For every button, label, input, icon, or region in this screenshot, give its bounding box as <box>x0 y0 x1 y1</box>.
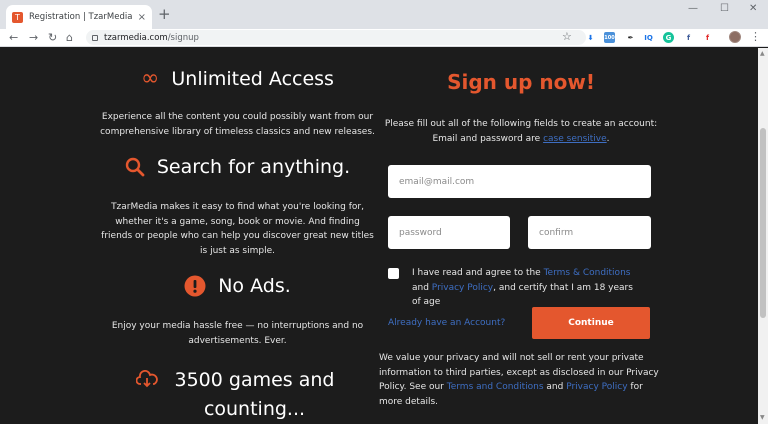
search-icon <box>125 157 145 177</box>
forward-icon[interactable]: → <box>29 30 38 45</box>
pen-icon[interactable]: ✒ <box>625 32 636 43</box>
browser-tab[interactable]: T Registration | TzarMedia × <box>6 5 152 29</box>
agree-and: and <box>412 282 432 293</box>
home-icon[interactable]: ⌂ <box>66 30 73 45</box>
already-have-account-link[interactable]: Already have an Account? <box>388 318 505 328</box>
iq-icon[interactable]: IQ <box>643 32 654 43</box>
browser-toolbar: ← → ↻ ⌂ tzarmedia.com/signup ☆ ⬇ 100 ✒ I… <box>0 29 768 47</box>
feature-text: Experience all the content you could pos… <box>100 112 375 137</box>
reload-icon[interactable]: ↻ <box>48 30 57 45</box>
maximize-icon[interactable]: ☐ <box>720 3 729 14</box>
address-bar[interactable]: tzarmedia.com/signup <box>86 30 586 45</box>
confirm-password-field[interactable] <box>528 216 651 249</box>
case-sensitive-link[interactable]: case sensitive <box>543 134 607 144</box>
tab-title: Registration | TzarMedia <box>29 12 133 22</box>
profile-avatar[interactable] <box>729 31 741 43</box>
agree-prefix: I have read and agree to the <box>412 268 544 278</box>
intro-text: Email and password are <box>432 134 544 144</box>
minimize-icon[interactable]: — <box>688 3 698 14</box>
flipboard-icon[interactable]: f <box>702 32 713 43</box>
lock-icon <box>92 34 98 41</box>
scroll-down-icon[interactable]: ▼ <box>760 414 765 421</box>
signup-intro-line2: Email and password are case sensitive. <box>378 132 664 147</box>
intro-suffix: . <box>606 134 610 144</box>
feature-text: Enjoy your media hassle free — no interr… <box>111 321 364 346</box>
feature-title: No Ads. <box>218 275 291 297</box>
back-icon[interactable]: ← <box>9 30 18 45</box>
terms-link[interactable]: Terms & Conditions <box>544 268 631 278</box>
url-host: tzarmedia.com <box>104 32 168 43</box>
new-tab-button[interactable]: + <box>158 6 171 22</box>
favicon-icon: T <box>12 11 23 23</box>
feature-title: Search for anything. <box>156 156 351 178</box>
signup-title: Sign up now! <box>447 70 595 94</box>
agree-text: I have read and agree to the Terms & Con… <box>412 266 636 310</box>
privacy-and: and <box>543 382 567 392</box>
agree-checkbox[interactable] <box>388 268 399 279</box>
password-field[interactable] <box>388 216 510 249</box>
scrollbar-thumb[interactable] <box>760 128 766 318</box>
continue-button[interactable]: Continue <box>532 307 650 339</box>
privacy-notice: We value your privacy and will not sell … <box>379 351 665 409</box>
signup-intro-line: Please fill out all of the following fie… <box>384 119 658 129</box>
download-icon[interactable]: ⬇ <box>585 32 596 43</box>
feature-text: TzarMedia makes it easy to find what you… <box>101 202 374 256</box>
feature-unlimited-heading: ∞ Unlimited Access <box>100 66 375 91</box>
ext-100-icon[interactable]: 100 <box>604 32 615 43</box>
facebook-icon[interactable]: f <box>683 32 694 43</box>
window-close-icon[interactable]: ✕ <box>749 3 757 14</box>
feature-title: Unlimited Access <box>171 67 334 90</box>
grammarly-icon[interactable]: G <box>663 32 674 43</box>
privacy-policy-link[interactable]: Privacy Policy <box>566 382 627 392</box>
feature-search-heading: Search for anything. <box>100 156 375 178</box>
browser-menu-icon[interactable]: ⋮ <box>750 30 761 43</box>
feature-games-heading: 3500 games and counting... <box>100 366 375 424</box>
feature-title: 3500 games and counting... <box>174 369 335 420</box>
tab-close-icon[interactable]: × <box>138 12 146 23</box>
tab-strip: T Registration | TzarMedia × + — ☐ ✕ <box>0 0 768 29</box>
privacy-terms-link[interactable]: Terms and Conditions <box>447 382 544 392</box>
email-field[interactable] <box>388 165 651 198</box>
no-ads-icon <box>184 275 206 297</box>
cloud-download-icon <box>135 370 158 388</box>
privacy-link[interactable]: Privacy Policy <box>432 283 493 293</box>
feature-no-ads-heading: No Ads. <box>100 275 375 297</box>
page-scrollbar[interactable]: ▲ ▼ <box>758 48 768 424</box>
bookmark-star-icon[interactable]: ☆ <box>562 30 572 43</box>
scroll-up-icon[interactable]: ▲ <box>760 50 765 57</box>
url-path: /signup <box>167 32 199 43</box>
infinity-icon: ∞ <box>141 66 160 91</box>
signup-intro: Please fill out all of the following fie… <box>378 117 664 147</box>
page-content: ∞ Unlimited Access Experience all the co… <box>0 48 758 424</box>
